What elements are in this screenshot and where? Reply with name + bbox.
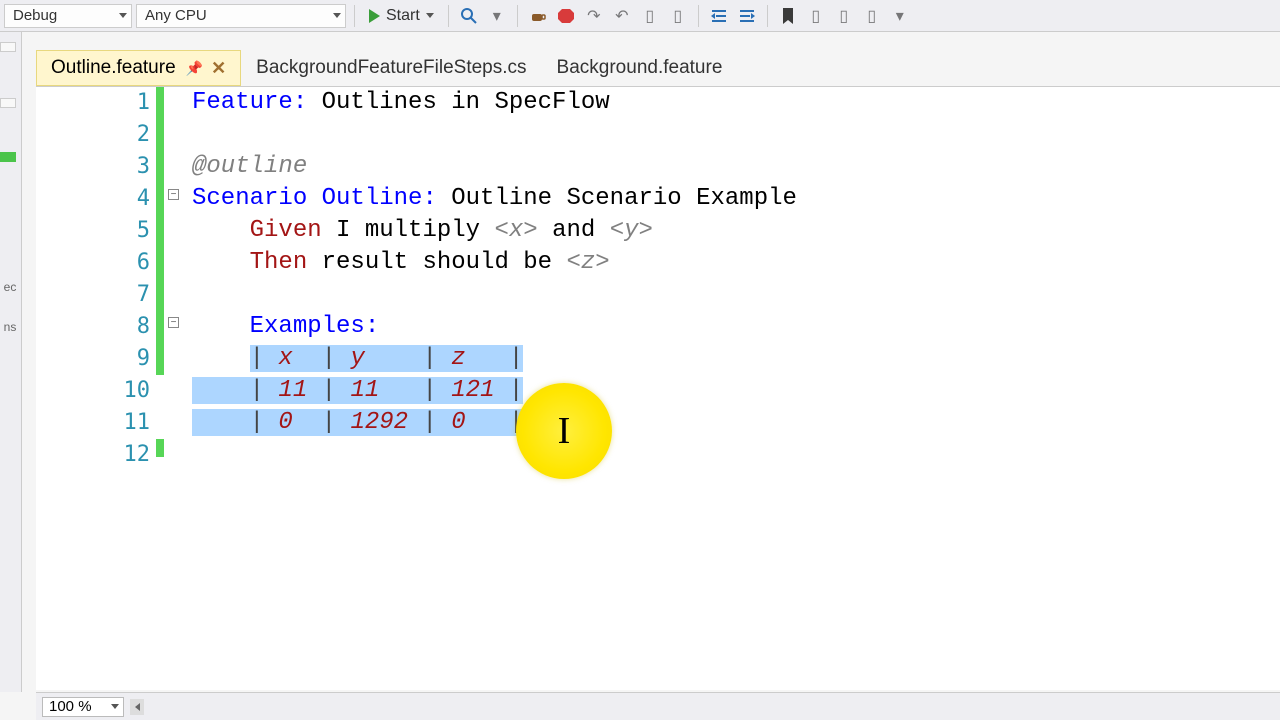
- code-editor[interactable]: 1 2 3 4 5 6 7 8 9 10 11 12 − − Feature: …: [36, 86, 1280, 690]
- collapsed-label: ec: [0, 280, 20, 294]
- page-icon[interactable]: ▯: [638, 4, 662, 28]
- toolbar-separator: [698, 5, 699, 27]
- play-icon: [369, 9, 380, 23]
- close-icon[interactable]: ✕: [211, 58, 226, 79]
- chevron-down-icon: [119, 13, 127, 18]
- code-line: [192, 119, 1280, 151]
- code-line: Given I multiply <x> and <y>: [192, 215, 1280, 247]
- line-number: 5: [36, 215, 150, 247]
- line-number: 4: [36, 183, 150, 215]
- code-line: | 0 | 1292 | 0 |: [192, 407, 1280, 439]
- line-number: 12: [36, 439, 150, 471]
- stop-icon[interactable]: [554, 4, 578, 28]
- tab-background-feature[interactable]: Background.feature: [542, 50, 738, 86]
- collapsed-tab[interactable]: [0, 98, 16, 108]
- line-number: 10: [36, 375, 150, 407]
- code-line: @outline: [192, 151, 1280, 183]
- fold-toggle[interactable]: −: [168, 189, 179, 200]
- fold-toggle[interactable]: −: [168, 317, 179, 328]
- document-tabs: Outline.feature 📌 ✕ BackgroundFeatureFil…: [36, 48, 737, 86]
- toolbar-overflow-icon[interactable]: ▾: [888, 4, 912, 28]
- line-number: 8: [36, 311, 150, 343]
- start-label: Start: [386, 7, 420, 25]
- main-toolbar: Debug Any CPU Start ▾ ↷ ↶ ▯ ▯ ▯ ▯ ▯ ▾: [0, 0, 1280, 32]
- step-icon[interactable]: ↶: [610, 4, 634, 28]
- editor-footer: 100 %: [36, 692, 1280, 720]
- change-added: [156, 439, 164, 457]
- find-in-files-icon[interactable]: [457, 4, 481, 28]
- toolbar-icon[interactable]: ▾: [485, 4, 509, 28]
- line-number: 2: [36, 119, 150, 151]
- line-number: 1: [36, 87, 150, 119]
- line-number: 9: [36, 343, 150, 375]
- config-value: Debug: [13, 7, 57, 24]
- code-line: | 11 | 11 | 121 |: [192, 375, 1280, 407]
- line-number: 3: [36, 151, 150, 183]
- line-number: 11: [36, 407, 150, 439]
- zoom-dropdown[interactable]: 100 %: [42, 697, 124, 717]
- code-line: Examples:: [192, 311, 1280, 343]
- bookmark-nav-icon[interactable]: ▯: [804, 4, 828, 28]
- fold-gutter: − −: [168, 87, 188, 690]
- line-number-gutter: 1 2 3 4 5 6 7 8 9 10 11 12: [36, 87, 156, 690]
- collapsed-label: ns: [0, 320, 20, 334]
- code-line: | x | y | z |: [192, 343, 1280, 375]
- cursor-highlight: I: [516, 383, 612, 479]
- toolbar-separator: [448, 5, 449, 27]
- tab-label: BackgroundFeatureFileSteps.cs: [256, 57, 526, 79]
- line-number: 7: [36, 279, 150, 311]
- outdent-icon[interactable]: [707, 4, 731, 28]
- triangle-left-icon: [135, 703, 140, 711]
- code-line: [192, 279, 1280, 311]
- bookmark-nav-icon[interactable]: ▯: [860, 4, 884, 28]
- text-cursor-icon: I: [558, 409, 571, 453]
- tab-outline-feature[interactable]: Outline.feature 📌 ✕: [36, 50, 241, 86]
- platform-dropdown[interactable]: Any CPU: [136, 4, 346, 28]
- start-button[interactable]: Start: [363, 3, 440, 29]
- chevron-down-icon: [333, 13, 341, 18]
- code-line: Then result should be <z>: [192, 247, 1280, 279]
- tab-background-steps[interactable]: BackgroundFeatureFileSteps.cs: [241, 50, 541, 86]
- change-indicator-bar: [156, 87, 164, 690]
- bookmark-icon[interactable]: [776, 4, 800, 28]
- platform-value: Any CPU: [145, 7, 207, 24]
- scroll-left-button[interactable]: [130, 699, 144, 715]
- chevron-down-icon: [426, 13, 434, 18]
- toolbar-separator: [354, 5, 355, 27]
- strip-indicator: [0, 152, 16, 162]
- toolbar-separator: [517, 5, 518, 27]
- toolbar-separator: [767, 5, 768, 27]
- collapsed-panel-strip[interactable]: ec ns: [0, 32, 22, 692]
- tab-label: Background.feature: [557, 57, 723, 79]
- code-line: [192, 439, 1280, 471]
- code-content[interactable]: Feature: Outlines in SpecFlow @outline S…: [192, 87, 1280, 690]
- indent-icon[interactable]: [735, 4, 759, 28]
- config-dropdown[interactable]: Debug: [4, 4, 132, 28]
- line-number: 6: [36, 247, 150, 279]
- chevron-down-icon: [111, 704, 119, 709]
- coffee-icon[interactable]: [526, 4, 550, 28]
- step-icon[interactable]: ↷: [582, 4, 606, 28]
- pin-icon[interactable]: 📌: [186, 60, 203, 77]
- page-icon[interactable]: ▯: [666, 4, 690, 28]
- zoom-value: 100 %: [49, 698, 92, 715]
- bookmark-nav-icon[interactable]: ▯: [832, 4, 856, 28]
- code-line: Feature: Outlines in SpecFlow: [192, 87, 1280, 119]
- tab-label: Outline.feature: [51, 57, 176, 79]
- collapsed-tab[interactable]: [0, 42, 16, 52]
- code-line: Scenario Outline: Outline Scenario Examp…: [192, 183, 1280, 215]
- change-added: [156, 87, 164, 375]
